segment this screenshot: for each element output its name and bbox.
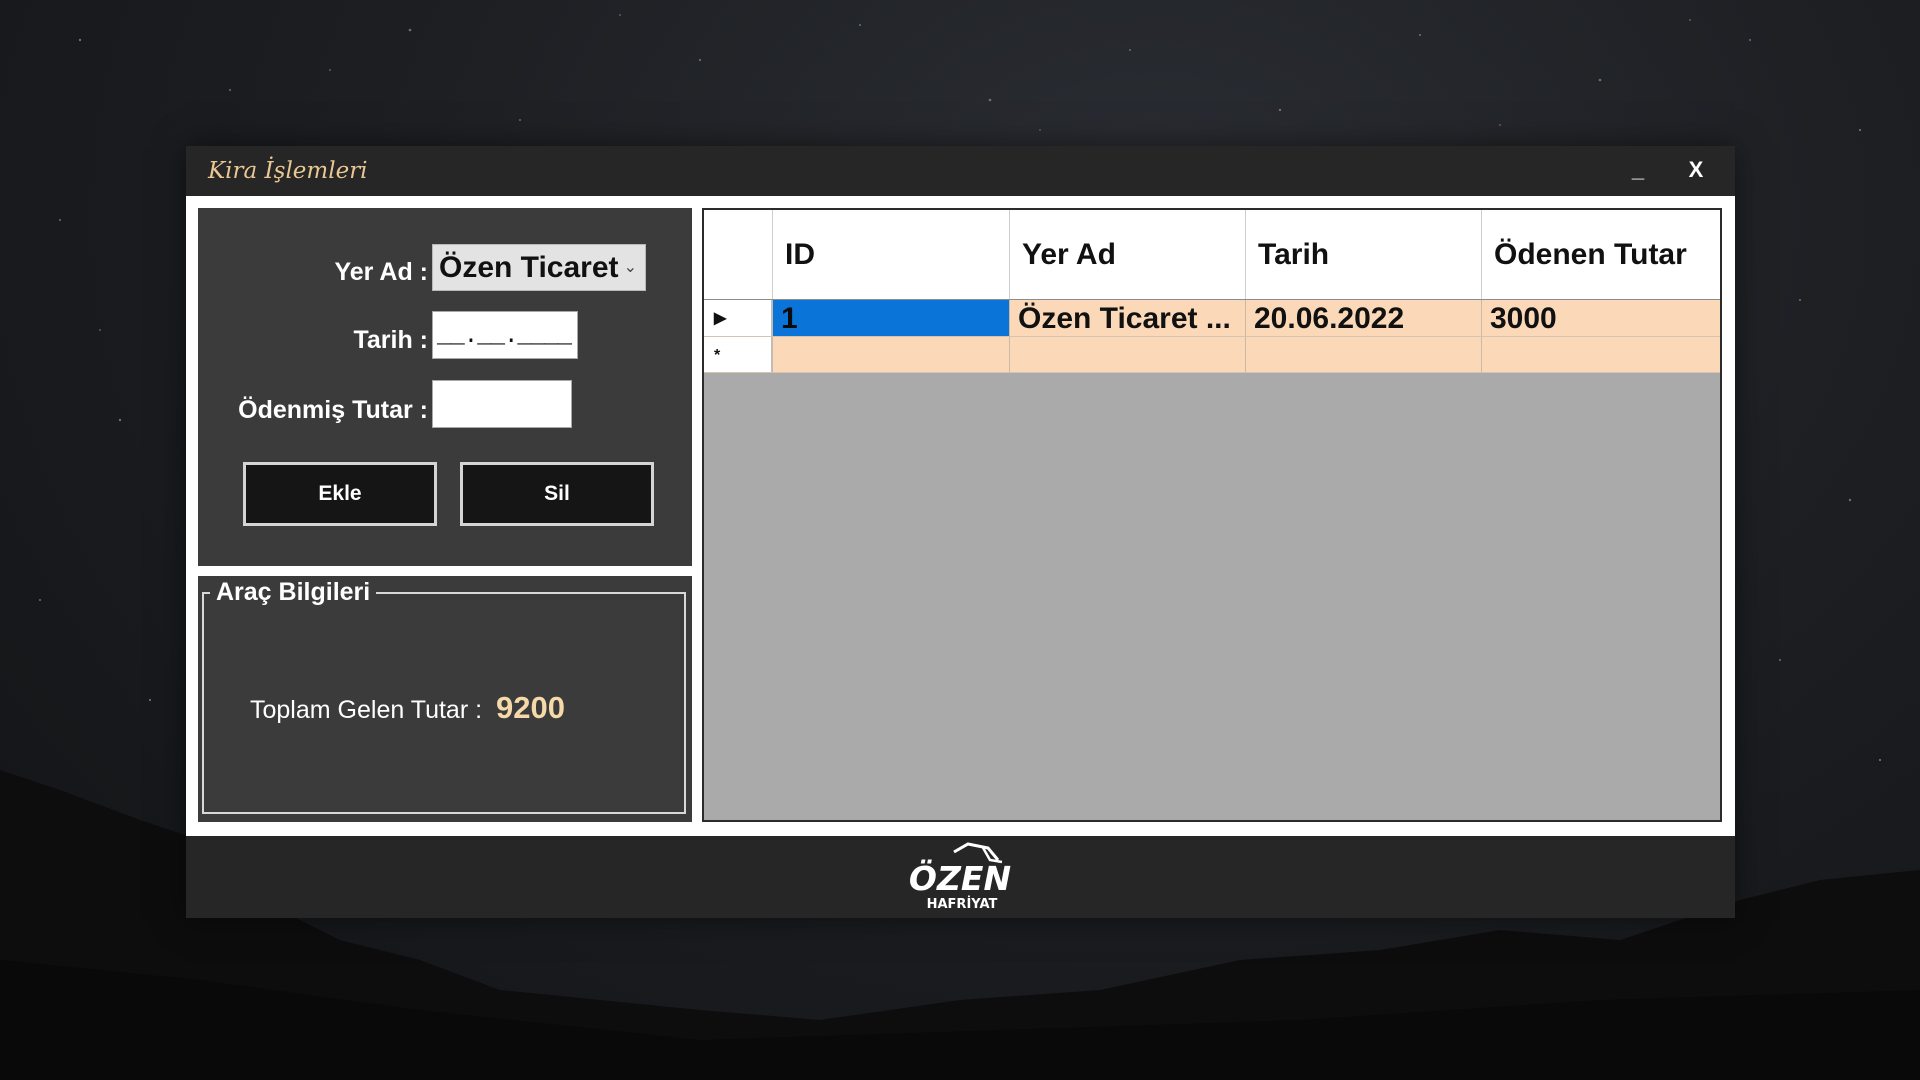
tarih-masked-input[interactable]: __.__.____ — [432, 311, 578, 359]
kira-data-grid[interactable]: ID Yer Ad Tarih Ödenen Tutar ▶ 1 Özen Ti… — [702, 208, 1722, 822]
kira-islemleri-window: Kira İşlemleri _ X Yer Ad : Özen Ticaret… — [186, 146, 1735, 918]
row-header-corner[interactable] — [704, 210, 772, 299]
column-header-id[interactable]: ID — [772, 210, 1009, 299]
sil-button[interactable]: Sil — [460, 462, 654, 526]
odenmis-tutar-label: Ödenmiş Tutar : — [238, 396, 428, 424]
new-cell-odenen-tutar[interactable] — [1481, 337, 1720, 373]
logo-subtext: HAFRİYAT — [927, 896, 998, 912]
toplam-gelen-tutar-value: 9200 — [496, 690, 565, 725]
yer-ad-combobox[interactable]: Özen Ticaret ⌄ — [432, 244, 646, 291]
footer-bar: ÖZEN HAFRİYAT — [186, 836, 1735, 918]
ozen-hafriyat-logo: ÖZEN HAFRİYAT — [909, 842, 1011, 912]
new-cell-tarih[interactable] — [1245, 337, 1481, 373]
yer-ad-label: Yer Ad : — [334, 258, 428, 286]
odenmis-tutar-input[interactable] — [432, 380, 572, 428]
new-cell-yer-ad[interactable] — [1009, 337, 1245, 373]
cell-yer-ad[interactable]: Özen Ticaret ... — [1009, 300, 1245, 337]
new-cell-id[interactable] — [772, 337, 1009, 373]
current-row-marker-icon[interactable]: ▶ — [704, 300, 772, 337]
chevron-down-icon[interactable]: ⌄ — [624, 245, 637, 290]
new-row[interactable]: * — [704, 337, 1720, 373]
tarih-label: Tarih : — [353, 326, 428, 354]
toplam-gelen-tutar-label: Toplam Gelen Tutar : — [250, 696, 483, 724]
new-row-marker-icon[interactable]: * — [704, 337, 772, 373]
column-header-tarih[interactable]: Tarih — [1245, 210, 1481, 299]
column-header-yer-ad[interactable]: Yer Ad — [1009, 210, 1245, 299]
column-header-odenen-tutar[interactable]: Ödenen Tutar — [1481, 210, 1720, 299]
close-button[interactable]: X — [1676, 152, 1716, 188]
cell-id[interactable]: 1 — [772, 300, 1009, 337]
yer-ad-selected-value: Özen Ticaret — [439, 251, 619, 284]
form-panel: Yer Ad : Özen Ticaret ⌄ Tarih : __.__.__… — [198, 208, 692, 566]
cell-odenen-tutar[interactable]: 3000 — [1481, 300, 1720, 337]
minimize-button[interactable]: _ — [1618, 152, 1658, 188]
cell-tarih[interactable]: 20.06.2022 — [1245, 300, 1481, 337]
ekle-button[interactable]: Ekle — [243, 462, 437, 526]
group-box-title: Araç Bilgileri — [210, 578, 377, 607]
logo-text: ÖZEN — [909, 858, 1011, 898]
window-title: Kira İşlemleri — [208, 158, 368, 184]
title-bar[interactable]: Kira İşlemleri _ X — [186, 146, 1735, 196]
arac-bilgileri-panel: Araç Bilgileri Toplam Gelen Tutar : 9200 — [198, 576, 692, 822]
grid-header: ID Yer Ad Tarih Ödenen Tutar — [704, 210, 1720, 300]
table-row[interactable]: ▶ 1 Özen Ticaret ... 20.06.2022 3000 — [704, 300, 1720, 337]
